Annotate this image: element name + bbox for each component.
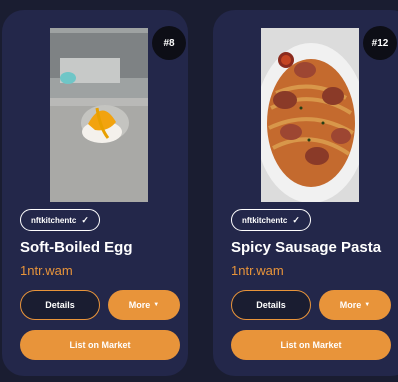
sausage-pasta-photo[interactable] (261, 28, 359, 202)
market-label: List on Market (280, 340, 342, 350)
more-label: More (339, 300, 362, 310)
owner-label[interactable]: 1ntr.wam (20, 263, 73, 278)
market-label: List on Market (69, 340, 131, 350)
collection-label: nftkitchentc (242, 215, 288, 225)
card-title: Spicy Sausage Pasta (231, 239, 382, 256)
collection-pill[interactable]: nftkitchentc ✓ (231, 209, 311, 231)
caret-down-icon: ▼ (153, 302, 160, 308)
details-label: Details (45, 300, 75, 310)
collection-pill[interactable]: nftkitchentc ✓ (20, 209, 100, 231)
collection-label: nftkitchentc (31, 215, 77, 225)
edition-badge: #12 (363, 26, 397, 60)
soft-boiled-egg-photo[interactable] (50, 28, 148, 202)
nft-card: #8 nftkitchentc ✓ Soft-Boiled Egg 1ntr.w… (2, 10, 188, 376)
owner-label[interactable]: 1ntr.wam (231, 263, 284, 278)
more-button[interactable]: More ▼ (108, 290, 180, 320)
more-button[interactable]: More ▼ (319, 290, 391, 320)
check-icon: ✓ (292, 214, 300, 225)
caret-down-icon: ▼ (364, 302, 371, 308)
more-label: More (128, 300, 151, 310)
card-title: Soft-Boiled Egg (20, 239, 133, 256)
details-button[interactable]: Details (20, 290, 100, 320)
details-button[interactable]: Details (231, 290, 311, 320)
details-label: Details (256, 300, 286, 310)
check-icon: ✓ (81, 214, 89, 225)
list-on-market-button[interactable]: List on Market (20, 330, 180, 360)
list-on-market-button[interactable]: List on Market (231, 330, 391, 360)
edition-badge: #8 (152, 26, 186, 60)
nft-card: #12 nftkitchentc ✓ Spicy Sausage Pasta 1… (213, 10, 398, 376)
